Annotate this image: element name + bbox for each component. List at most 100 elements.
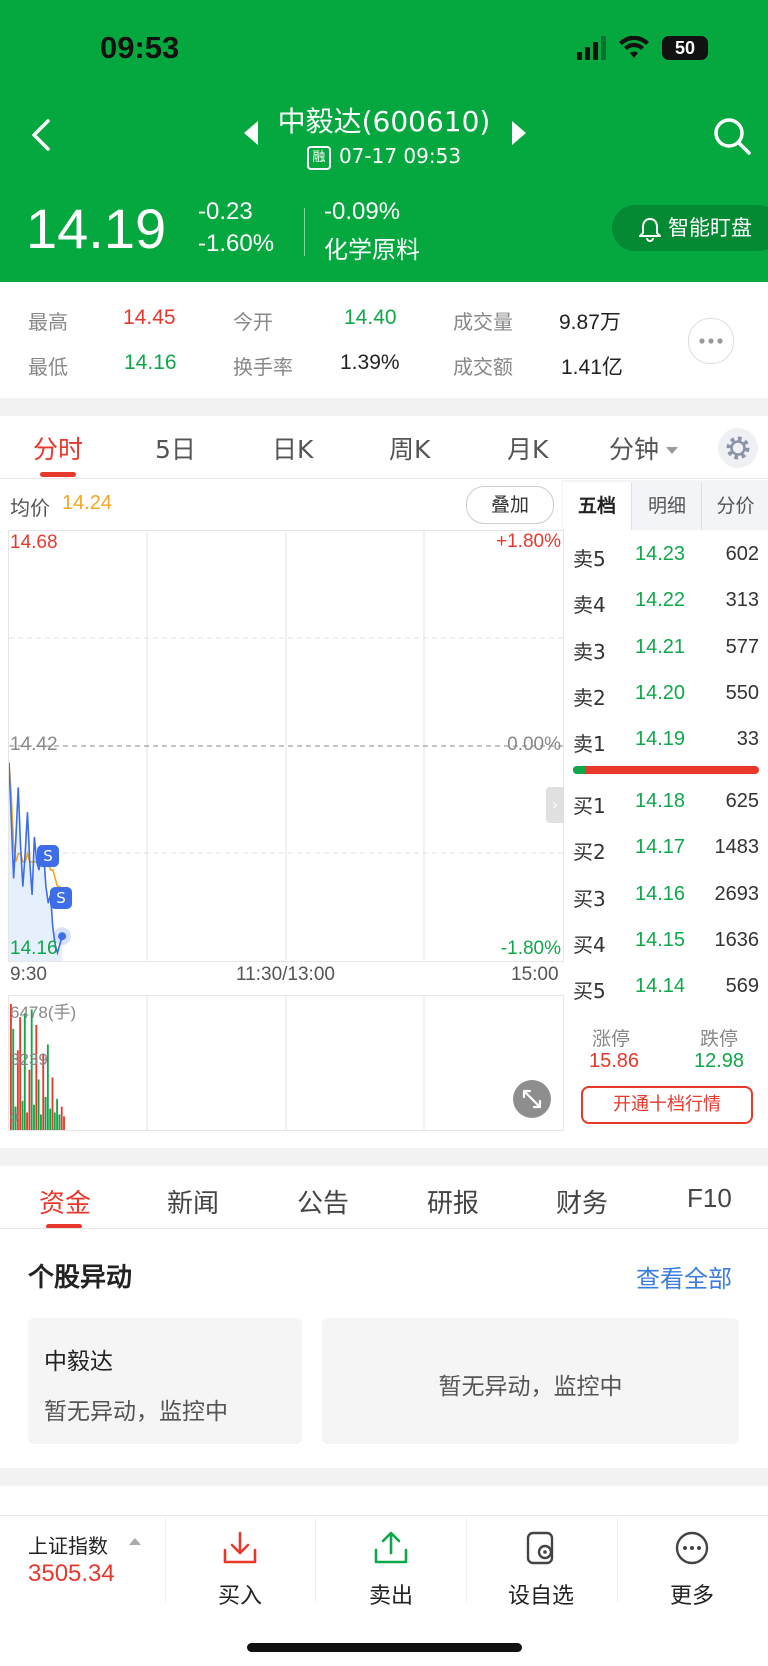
limit-down-label: 跌停: [700, 1028, 739, 1050]
volume-chart[interactable]: 6478(手) 3239 0: [8, 995, 564, 1131]
tab-detail[interactable]: 明细: [631, 482, 702, 530]
index-value: 3505.34: [28, 1560, 115, 1587]
section-tabs-line: [0, 1228, 768, 1229]
volume-bar: [40, 1114, 42, 1130]
view-all-link[interactable]: 查看全部: [636, 1259, 732, 1294]
smart-watch-button[interactable]: 智能盯盘: [612, 205, 768, 251]
limit-up-label: 涨停: [592, 1028, 631, 1050]
tab-5day[interactable]: 5日: [155, 430, 196, 466]
open-value: 14.40: [344, 306, 397, 329]
status-time: 09:53: [100, 30, 180, 65]
buy-button[interactable]: 买入: [170, 1530, 310, 1610]
pct-max-label: +1.80%: [496, 531, 561, 552]
overlay-button[interactable]: 叠加: [466, 486, 554, 524]
bottom-divider: [165, 1518, 166, 1602]
sell-marker[interactable]: S: [50, 887, 72, 909]
turnover-value: 1.39%: [340, 351, 400, 374]
sell-marker[interactable]: S: [37, 845, 59, 867]
volume-value: 9.87万: [559, 311, 621, 334]
alert-card-stock: 中毅达: [44, 1349, 113, 1375]
volume-bar: [58, 1114, 61, 1130]
add-watchlist-button[interactable]: 设自选: [471, 1530, 611, 1610]
x-mid-label: 11:30/13:00: [236, 964, 335, 985]
volume-bar: [35, 1024, 38, 1130]
caret-up-icon: [129, 1538, 141, 1545]
sell-button[interactable]: 卖出: [321, 1530, 461, 1610]
stock-title: 中毅达(600610): [277, 105, 491, 138]
chevron-down-icon: [666, 447, 679, 454]
sell-row: 卖3 14.21 577: [573, 636, 759, 664]
y-mid-label: 14.42: [10, 734, 58, 755]
battery-icon: 50: [662, 36, 708, 60]
volume-bar: [21, 1100, 24, 1130]
buy-row: 买4 14.15 1636: [573, 929, 759, 957]
more-label: 更多: [669, 1584, 714, 1609]
section-divider: [0, 398, 768, 416]
tab-announcements[interactable]: 公告: [297, 1183, 349, 1220]
more-button[interactable]: 更多: [622, 1530, 762, 1610]
status-icons: 50: [577, 36, 708, 60]
last-price-dot: [58, 932, 67, 941]
margin-badge: 融: [306, 145, 331, 170]
watchlist-icon: [526, 1531, 554, 1565]
sell-ratio-fill: [573, 766, 585, 774]
high-label: 最高: [28, 310, 68, 334]
tab-indicator: [40, 472, 76, 477]
more-icon: [675, 1531, 709, 1565]
signal-icon: [577, 36, 606, 60]
alert-card-empty: 暂无异动，监控中: [322, 1318, 739, 1444]
tab-day-k[interactable]: 日K: [272, 430, 313, 466]
wifi-icon: [619, 36, 649, 58]
tab-financials[interactable]: 财务: [556, 1183, 608, 1220]
buy-row: 买5 14.14 569: [573, 975, 759, 1003]
intraday-chart[interactable]: 14.68 +1.80% 14.42 0.00% 14.16 -1.80% S …: [8, 530, 564, 962]
bottom-divider: [617, 1518, 618, 1602]
tab-news[interactable]: 新闻: [167, 1183, 219, 1220]
stock-subtitle: 融 07-17 09:53: [0, 144, 768, 170]
download-icon: [223, 1531, 257, 1564]
fullscreen-button[interactable]: [513, 1080, 551, 1118]
tab-five-level[interactable]: 五档: [563, 482, 631, 530]
alert-empty-text: 暂无异动，监控中: [438, 1374, 623, 1400]
sector-name[interactable]: 化学原料: [324, 230, 420, 265]
pct-mid-label: 0.00%: [507, 734, 561, 755]
tab-f10[interactable]: F10: [687, 1183, 732, 1214]
tab-minute[interactable]: 分钟: [609, 430, 679, 466]
chart-settings-button[interactable]: [718, 428, 758, 468]
tab-research[interactable]: 研报: [427, 1183, 479, 1220]
volume-bar: [23, 1013, 26, 1130]
volume-bar: [19, 1017, 22, 1130]
volume-bar: [26, 1112, 29, 1130]
alert-card[interactable]: 中毅达 暂无异动，监控中: [28, 1318, 302, 1444]
bell-icon: [639, 218, 661, 242]
index-name[interactable]: 上证指数: [28, 1530, 108, 1559]
expand-handle[interactable]: ›: [546, 787, 564, 823]
buy-sell-ratio-bar: [573, 766, 759, 774]
ten-level-button[interactable]: 开通十档行情: [581, 1086, 753, 1124]
tab-intraday[interactable]: 分时: [33, 430, 83, 466]
avg-price-value: 14.24: [62, 492, 113, 514]
sell-row: 卖4 14.22 313: [573, 589, 759, 617]
tabs-bottom-line: [0, 478, 768, 479]
alert-card-text: 暂无异动，监控中: [44, 1399, 228, 1425]
tab-month-k[interactable]: 月K: [507, 430, 548, 466]
tab-minute-label: 分钟: [609, 435, 660, 464]
sell-row: 卖2 14.20 550: [573, 682, 759, 710]
x-start-label: 9:30: [10, 964, 47, 985]
limit-down-value: 12.98: [694, 1050, 745, 1072]
gear-icon: [726, 436, 750, 460]
volume-bar: [53, 1112, 56, 1130]
tab-price-dist[interactable]: 分价: [701, 482, 768, 530]
vol-zero-label: 0: [10, 1109, 19, 1126]
amount-value: 1.41亿: [561, 356, 623, 379]
volume-bar: [60, 1106, 63, 1130]
volume-bar: [28, 1069, 31, 1130]
section-divider: [0, 1148, 768, 1166]
more-stats-button[interactable]: [688, 318, 734, 364]
quote-datetime: 07-17 09:53: [338, 144, 462, 168]
search-icon[interactable]: [712, 116, 752, 156]
tab-funds[interactable]: 资金: [39, 1183, 91, 1220]
header-divider: [304, 208, 305, 256]
tab-week-k[interactable]: 周K: [389, 430, 430, 466]
volume-bar: [63, 1116, 65, 1130]
